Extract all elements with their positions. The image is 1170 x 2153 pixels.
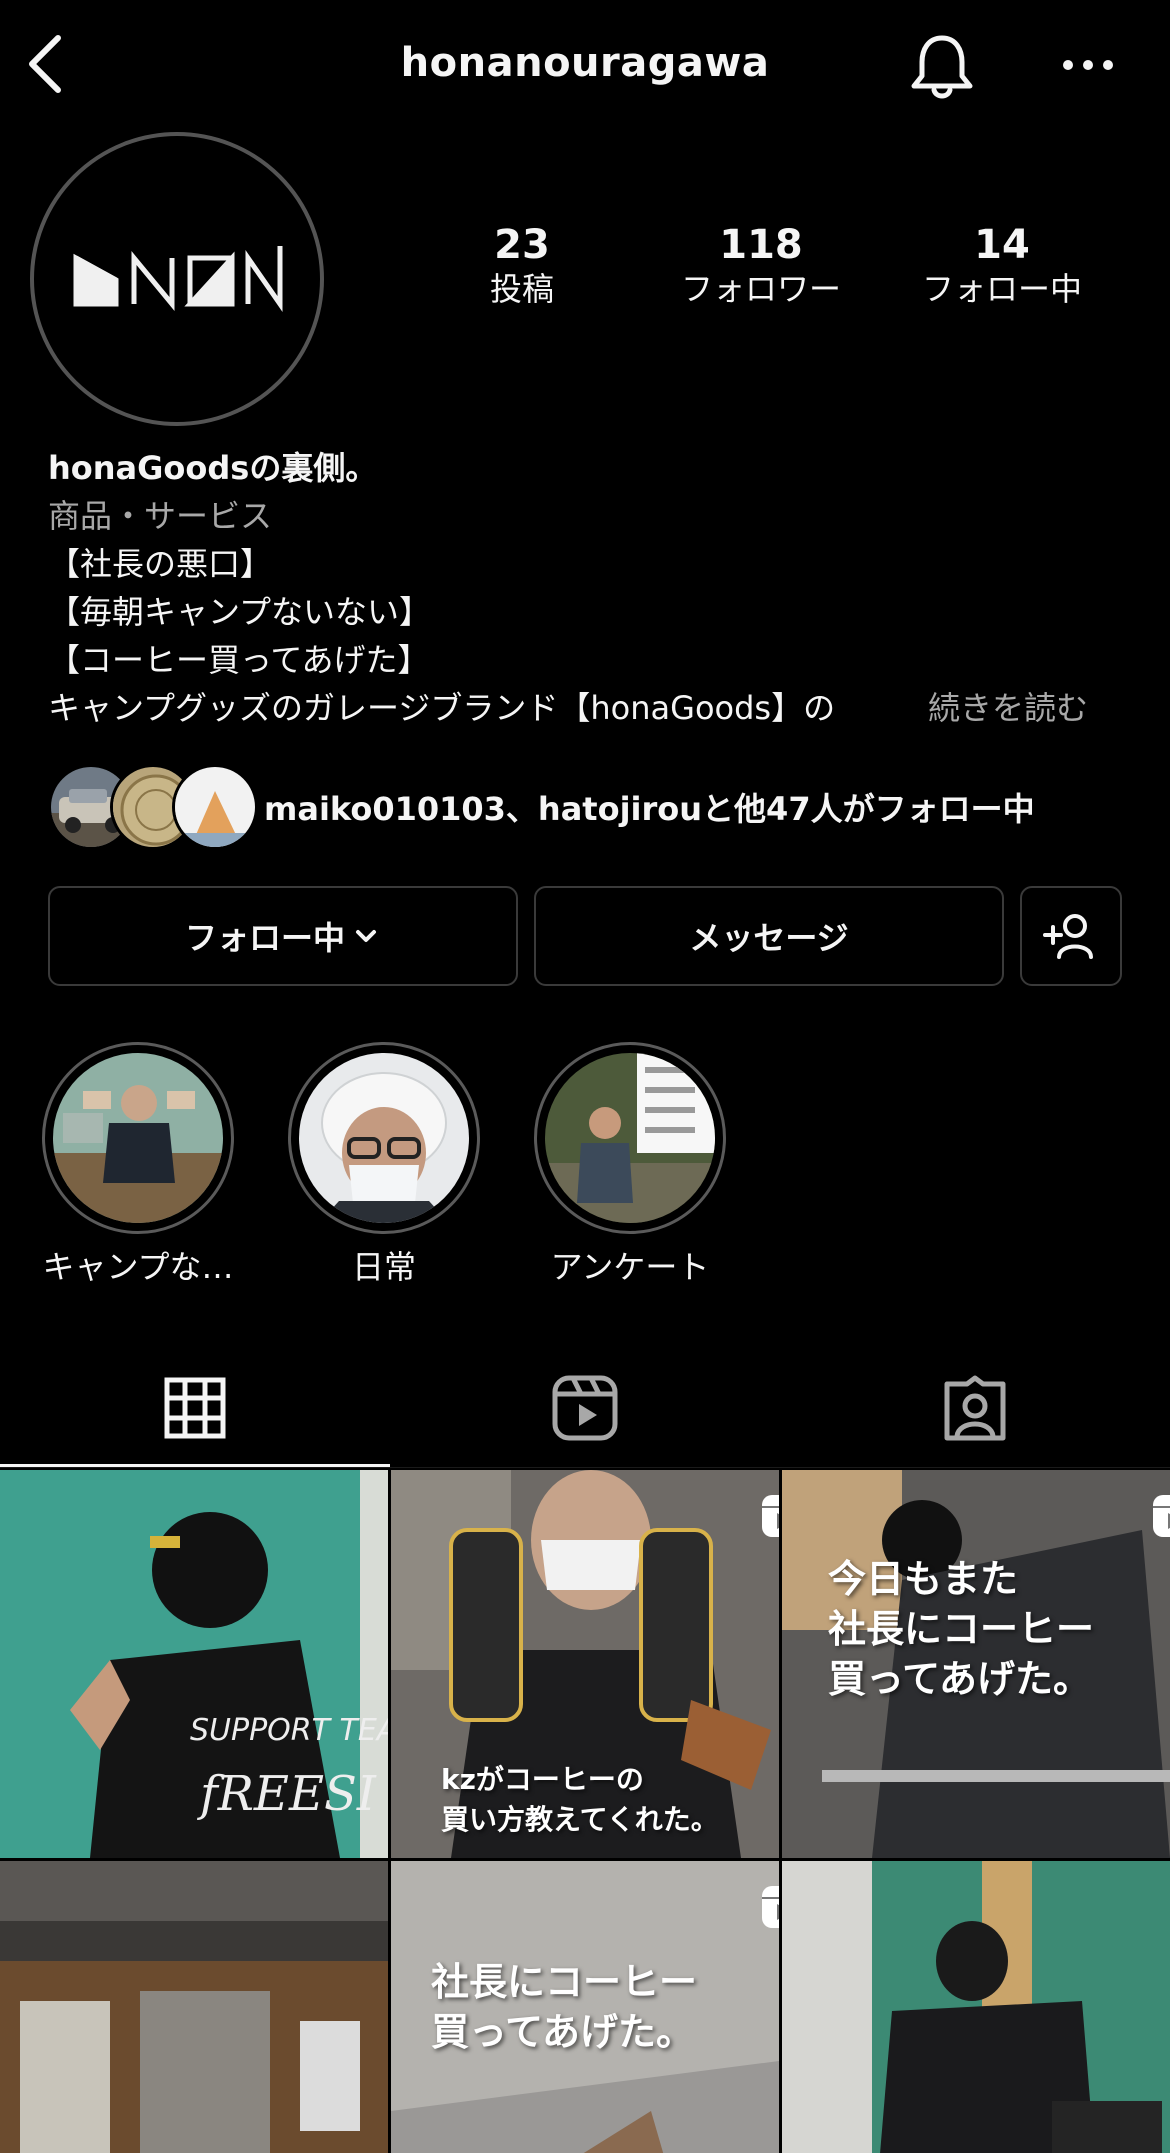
- highlight-label: キャンプな…: [42, 1248, 234, 1286]
- profile-category: 商品・サービス: [48, 497, 273, 535]
- followers-count: 118: [719, 222, 803, 268]
- suggested-users-button[interactable]: [1020, 886, 1122, 986]
- highlight-label: 日常: [351, 1248, 416, 1286]
- reels-icon: [1153, 1495, 1170, 1537]
- reels-icon: [762, 1495, 779, 1537]
- divider: [0, 1467, 1170, 1468]
- following-stat[interactable]: 14 フォロー中: [882, 222, 1122, 310]
- profile-avatar[interactable]: [30, 132, 324, 426]
- highlight-ring: [42, 1042, 234, 1234]
- chevron-down-icon: [356, 930, 376, 942]
- reels-icon: [552, 1375, 618, 1441]
- notifications-button[interactable]: [906, 30, 978, 102]
- bio-line: 【コーヒー買ってあげた】: [48, 641, 430, 679]
- tab-reels[interactable]: [390, 1350, 780, 1466]
- profile-bio: honaGoodsの裏側。 商品・サービス 【社長の悪口】 【毎朝キャンプないな…: [48, 444, 1128, 732]
- message-button[interactable]: メッセージ: [534, 886, 1004, 986]
- bio-line: 【社長の悪口】: [48, 545, 273, 583]
- follower-avatar: [172, 764, 258, 850]
- post-thumbnail[interactable]: [782, 1861, 1170, 2153]
- top-navigation-bar: honanouragawa: [0, 0, 1170, 130]
- followers-stat[interactable]: 118 フォロワー: [641, 222, 881, 310]
- post-thumbnail[interactable]: kzがコーヒーの 買い方教えてくれた。: [391, 1470, 779, 1858]
- tab-grid[interactable]: [0, 1350, 390, 1466]
- add-person-icon: [1043, 914, 1093, 959]
- highlight-cover: [299, 1053, 469, 1223]
- svg-text:SUPPORT TEA: SUPPORT TEA: [190, 1713, 388, 1748]
- posts-label: 投稿: [489, 270, 554, 308]
- following-dropdown-button[interactable]: フォロー中: [48, 886, 518, 986]
- post-caption: 社長にコーヒー 買ってあげた。: [431, 1960, 698, 2054]
- bio-line: 【毎朝キャンプないない】: [48, 593, 432, 631]
- read-more-link[interactable]: 続きを読む: [928, 684, 1088, 732]
- grid-icon: [164, 1377, 226, 1439]
- following-label: フォロー中: [921, 270, 1082, 308]
- more-options-button[interactable]: [1058, 40, 1118, 90]
- followed-by-text: maiko010103、hatojirouと他47人がフォロー中: [264, 790, 1035, 828]
- following-button-label: フォロー中: [184, 919, 345, 957]
- message-button-label: メッセージ: [689, 919, 849, 957]
- post-image: SUPPORT TEA fREESI: [0, 1470, 388, 1858]
- profile-content-tabs: [0, 1350, 1170, 1470]
- highlight-item[interactable]: アンケート: [534, 1042, 726, 1286]
- more-dots-icon: [1063, 60, 1113, 70]
- reels-icon: [762, 1886, 779, 1928]
- post-caption: kzがコーヒーの 買い方教えてくれた。: [441, 1763, 719, 1836]
- post-image: [782, 1861, 1170, 2153]
- posts-stat[interactable]: 23 投稿: [402, 222, 642, 310]
- followers-label: フォロワー: [680, 270, 841, 308]
- highlight-ring: [534, 1042, 726, 1234]
- post-image: [0, 1861, 388, 2153]
- bell-icon: [911, 35, 973, 99]
- highlight-item[interactable]: キャンプな…: [42, 1042, 234, 1286]
- tagged-icon: [944, 1375, 1006, 1441]
- svg-text:fREESI: fREESI: [197, 1766, 377, 1822]
- followed-by-row[interactable]: maiko010103、hatojirouと他47人がフォロー中: [48, 764, 1128, 850]
- highlight-ring: [288, 1042, 480, 1234]
- post-thumbnail[interactable]: SUPPORT TEA fREESI: [0, 1470, 388, 1858]
- posts-count: 23: [494, 222, 550, 268]
- highlight-cover: [545, 1053, 715, 1223]
- profile-display-name: honaGoodsの裏側。: [48, 449, 378, 487]
- highlight-cover: [53, 1053, 223, 1223]
- post-thumbnail[interactable]: 今日もまた 社長にコーヒー 買ってあげた。: [782, 1470, 1170, 1858]
- post-thumbnail[interactable]: [0, 1861, 388, 2153]
- post-thumbnail[interactable]: 社長にコーヒー 買ってあげた。: [391, 1861, 779, 2153]
- highlight-item[interactable]: 日常: [288, 1042, 480, 1286]
- tab-tagged[interactable]: [780, 1350, 1170, 1466]
- profile-username-title: honanouragawa: [400, 40, 770, 86]
- highlight-label: アンケート: [550, 1248, 710, 1286]
- following-count: 14: [974, 222, 1030, 268]
- post-caption: 今日もまた 社長にコーヒー 買ってあげた。: [828, 1557, 1095, 1701]
- hona-logo-icon: [73, 246, 283, 312]
